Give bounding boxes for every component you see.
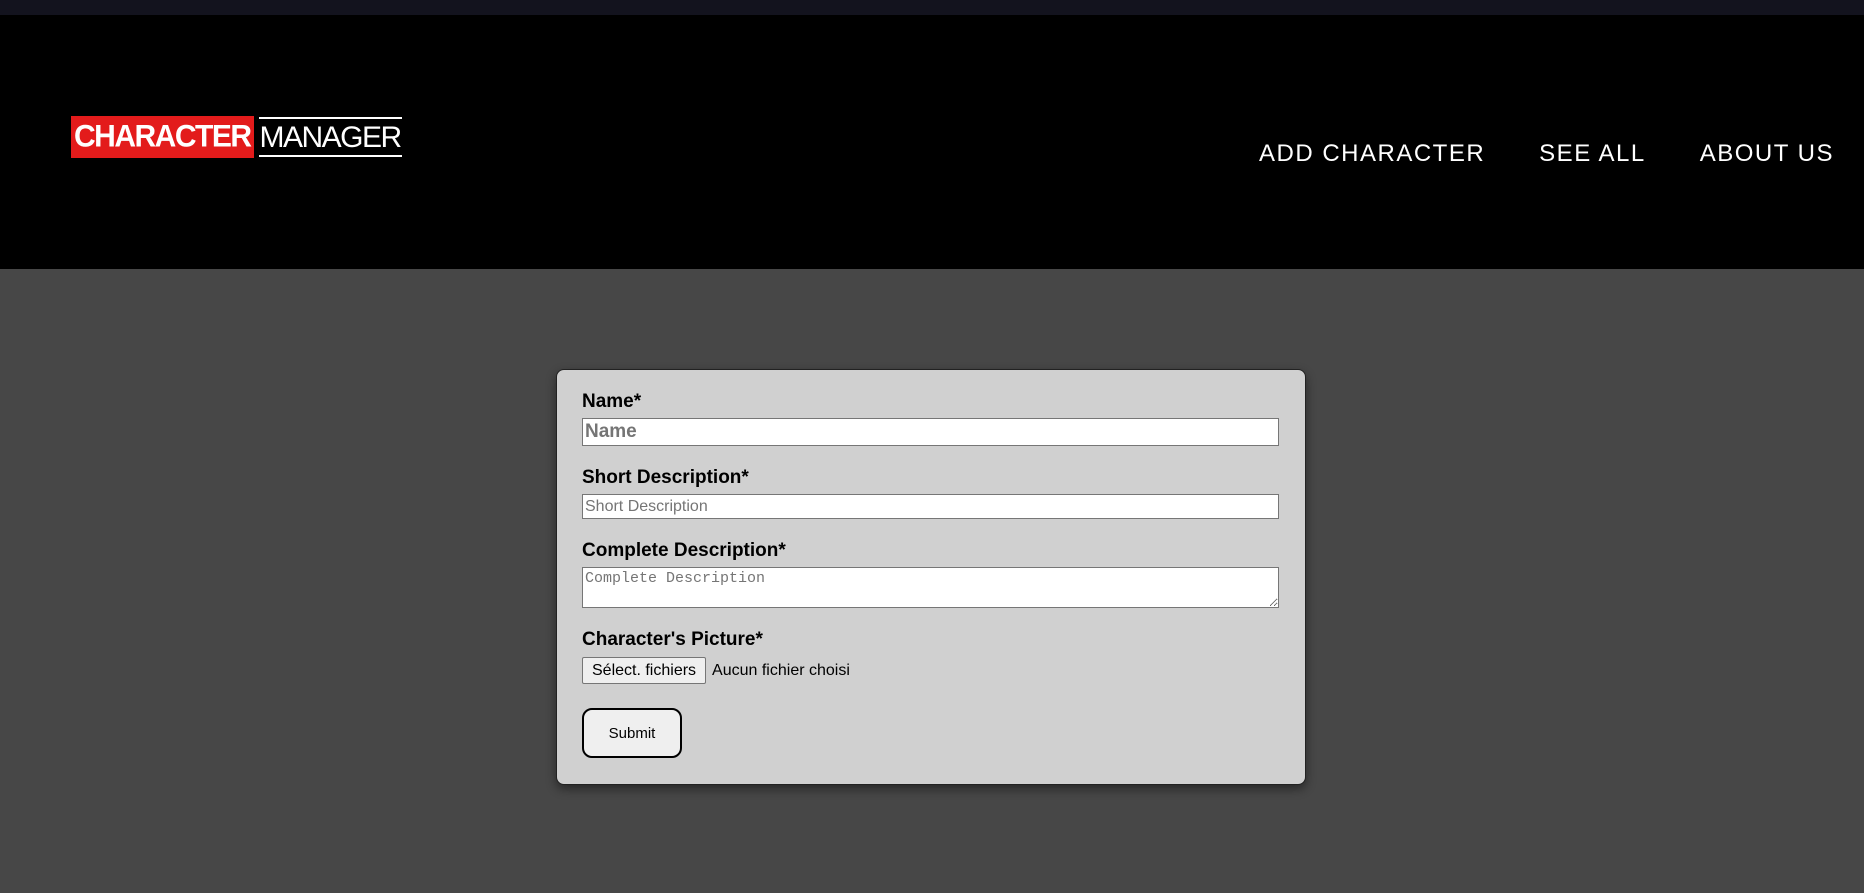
nav-see-all[interactable]: SEE ALL: [1539, 140, 1646, 168]
picture-label: Character's Picture*: [582, 629, 763, 650]
name-label: Name*: [582, 391, 642, 412]
name-input[interactable]: [582, 418, 1279, 446]
file-status-text: Aucun fichier choisi: [712, 661, 850, 679]
main-nav: ADD CHARACTER SEE ALL ABOUT US: [1259, 140, 1834, 168]
complete-description-label: Complete Description*: [582, 540, 786, 561]
select-files-button[interactable]: Sélect. fichiers: [582, 657, 707, 684]
nav-add-character[interactable]: ADD CHARACTER: [1259, 140, 1485, 168]
add-character-form: Name* Short Description* Complete Descri…: [556, 369, 1306, 785]
short-description-input[interactable]: [582, 494, 1279, 519]
site-header: CHARACTER MANAGER ADD CHARACTER SEE ALL …: [0, 15, 1864, 269]
browser-top-strip: [0, 0, 1864, 15]
submit-button[interactable]: Submit: [582, 708, 682, 758]
file-picker: Sélect. fichiers Aucun fichier choisi: [582, 657, 850, 684]
logo-white-word: MANAGER: [258, 117, 402, 157]
character-manager-logo[interactable]: CHARACTER MANAGER: [71, 116, 402, 158]
complete-description-textarea[interactable]: [582, 567, 1279, 608]
short-description-label: Short Description*: [582, 467, 749, 488]
logo-red-word: CHARACTER: [71, 116, 254, 158]
nav-about-us[interactable]: ABOUT US: [1700, 140, 1834, 168]
